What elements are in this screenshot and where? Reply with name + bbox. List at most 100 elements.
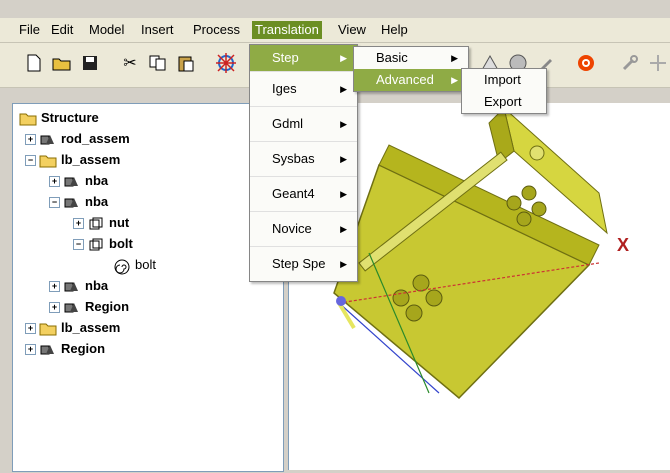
menu-view[interactable]: View bbox=[335, 21, 369, 39]
menu-label: Advanced bbox=[376, 72, 434, 87]
paste-icon[interactable] bbox=[176, 53, 196, 73]
tree-label: Region bbox=[85, 299, 130, 314]
tree-label: lb_assem bbox=[61, 152, 121, 167]
tree-label: nut bbox=[109, 215, 130, 230]
menu-edit[interactable]: Edit bbox=[48, 21, 76, 39]
assembly-icon bbox=[39, 133, 57, 147]
expand-icon[interactable]: + bbox=[49, 176, 60, 188]
menu-label: Geant4 bbox=[272, 186, 315, 201]
tree-item[interactable]: + nba bbox=[49, 172, 108, 190]
part-icon bbox=[87, 238, 105, 252]
menu-help[interactable]: Help bbox=[378, 21, 411, 39]
expand-icon[interactable]: + bbox=[49, 302, 60, 314]
tree-item[interactable]: − lb_assem bbox=[25, 151, 120, 169]
menu-sysbas[interactable]: Sysbas ▶ bbox=[250, 142, 357, 177]
menu-step-spe[interactable]: Step Spe ▶ bbox=[250, 247, 357, 281]
folder-icon bbox=[19, 112, 37, 126]
folder-icon bbox=[39, 322, 57, 336]
tree-label: nba bbox=[85, 194, 109, 209]
assembly-icon bbox=[63, 175, 81, 189]
part-icon bbox=[87, 217, 105, 231]
collapse-icon[interactable]: − bbox=[73, 239, 84, 251]
assembly-icon bbox=[63, 301, 81, 315]
menu-gdml[interactable]: Gdml ▶ bbox=[250, 107, 357, 142]
tree-item[interactable]: + nba bbox=[49, 277, 108, 295]
submenu-arrow-icon: ▶ bbox=[451, 53, 458, 63]
tree-label: rod_assem bbox=[61, 131, 130, 146]
tree-item[interactable]: bolt bbox=[113, 256, 156, 275]
step-submenu: Basic ▶ Advanced ▶ bbox=[353, 46, 469, 92]
menu-label: Step bbox=[272, 50, 299, 65]
spiral-solid-icon bbox=[113, 259, 131, 275]
menu-process[interactable]: Process bbox=[190, 21, 243, 39]
menu-advanced[interactable]: Advanced ▶ bbox=[354, 69, 468, 91]
menu-label: Step Spe bbox=[272, 256, 326, 271]
submenu-arrow-icon: ▶ bbox=[340, 119, 347, 129]
tree-label: bolt bbox=[135, 257, 156, 272]
submenu-arrow-icon: ▶ bbox=[340, 53, 347, 63]
model-block bbox=[333, 106, 608, 400]
menu-translation[interactable]: Translation bbox=[252, 21, 322, 39]
menu-model[interactable]: Model bbox=[86, 21, 127, 39]
wrench-icon[interactable] bbox=[620, 53, 640, 73]
menu-label: Basic bbox=[376, 50, 408, 65]
collapse-icon[interactable]: − bbox=[49, 197, 60, 209]
tree-label: lb_assem bbox=[61, 320, 121, 335]
open-folder-icon[interactable] bbox=[52, 53, 72, 73]
expand-icon[interactable]: + bbox=[25, 323, 36, 335]
tree-label: Structure bbox=[41, 110, 99, 125]
menu-label: Gdml bbox=[272, 116, 304, 131]
move-icon[interactable] bbox=[648, 53, 668, 73]
tree-item[interactable]: + rod_assem bbox=[25, 130, 130, 148]
tree-item[interactable]: + Region bbox=[25, 340, 105, 358]
lifebuoy-icon[interactable] bbox=[576, 53, 596, 73]
menu-insert[interactable]: Insert bbox=[138, 21, 177, 39]
menu-step[interactable]: Step ▶ bbox=[250, 45, 357, 72]
menu-label: Iges bbox=[272, 81, 297, 96]
expand-icon[interactable]: + bbox=[25, 134, 36, 146]
tree-label: nba bbox=[85, 173, 109, 188]
tree-item[interactable]: + nut bbox=[73, 214, 129, 232]
translation-menu: Step ▶ Iges ▶ Gdml ▶ Sysbas ▶ Geant4 ▶ Novice… bbox=[249, 44, 358, 282]
tree-item[interactable]: − bolt bbox=[73, 235, 133, 253]
expand-icon[interactable]: + bbox=[25, 344, 36, 356]
expand-icon[interactable]: + bbox=[73, 218, 84, 230]
target-icon[interactable] bbox=[216, 53, 236, 73]
menu-export[interactable]: Export bbox=[462, 91, 546, 113]
submenu-arrow-icon: ▶ bbox=[340, 154, 347, 164]
tree-item[interactable]: − nba bbox=[49, 193, 108, 211]
advanced-submenu: Import Export bbox=[461, 68, 547, 114]
menu-geant4[interactable]: Geant4 ▶ bbox=[250, 177, 357, 212]
menu-import[interactable]: Import bbox=[462, 69, 546, 91]
tree-label: Region bbox=[61, 341, 106, 356]
menu-iges[interactable]: Iges ▶ bbox=[250, 72, 357, 107]
structure-tree-panel: Structure + rod_assem − lb_assem + nba − nba… bbox=[12, 103, 284, 472]
menu-basic[interactable]: Basic ▶ bbox=[354, 47, 468, 69]
expand-icon[interactable]: + bbox=[49, 281, 60, 293]
submenu-arrow-icon: ▶ bbox=[451, 75, 458, 85]
collapse-icon[interactable]: − bbox=[25, 155, 36, 167]
tree-root[interactable]: Structure bbox=[19, 109, 99, 127]
menu-file[interactable]: File bbox=[16, 21, 43, 39]
assembly-icon bbox=[63, 196, 81, 210]
submenu-arrow-icon: ▶ bbox=[340, 84, 347, 94]
menu-label: Sysbas bbox=[272, 151, 315, 166]
assembly-icon bbox=[39, 343, 57, 357]
menu-novice[interactable]: Novice ▶ bbox=[250, 212, 357, 247]
submenu-arrow-icon: ▶ bbox=[340, 189, 347, 199]
tree-label: nba bbox=[85, 278, 109, 293]
save-icon[interactable] bbox=[80, 53, 100, 73]
menu-label: Novice bbox=[272, 221, 312, 236]
tree-item[interactable]: + lb_assem bbox=[25, 319, 120, 337]
x-axis-label: X bbox=[617, 235, 630, 255]
cut-icon[interactable]: ✂ bbox=[120, 53, 140, 73]
assembly-icon bbox=[63, 280, 81, 294]
copy-icon[interactable] bbox=[148, 53, 168, 73]
submenu-arrow-icon: ▶ bbox=[340, 224, 347, 234]
submenu-arrow-icon: ▶ bbox=[340, 259, 347, 269]
tree-item[interactable]: + Region bbox=[49, 298, 129, 316]
new-document-icon[interactable] bbox=[24, 53, 44, 73]
tree-label: bolt bbox=[109, 236, 133, 251]
folder-icon bbox=[39, 154, 57, 168]
menu-bar: File Edit Model Insert Process Translati… bbox=[0, 18, 670, 43]
